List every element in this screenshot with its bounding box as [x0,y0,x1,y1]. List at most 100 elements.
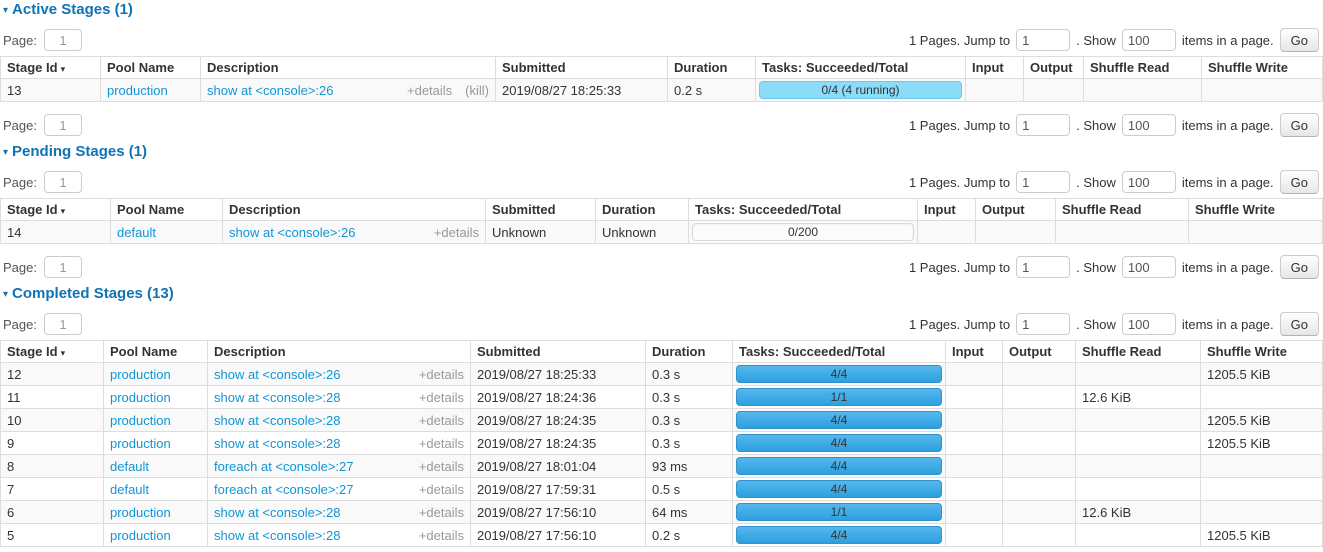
items-per-page-input[interactable] [1122,171,1176,193]
description-link[interactable]: show at <console>:28 [214,390,340,405]
items-per-page-text: items in a page. [1182,175,1274,190]
description-link[interactable]: show at <console>:26 [214,367,340,382]
description-link[interactable]: show at <console>:28 [214,413,340,428]
column-header[interactable]: Tasks: Succeeded/Total [733,341,946,363]
show-text: . Show [1076,33,1116,48]
sort-arrow-icon: ▾ [61,64,66,74]
tasks-progress-cell: 4/4 [733,524,946,547]
jump-to-page-input[interactable] [1016,171,1070,193]
page-control: Page: [3,313,82,335]
column-header[interactable]: Stage Id▾ [1,341,104,363]
column-header[interactable]: Duration [596,199,689,221]
column-header[interactable]: Description [208,341,471,363]
go-button[interactable]: Go [1280,312,1319,336]
go-button[interactable]: Go [1280,113,1319,137]
active-stages-heading[interactable]: ▾Active Stages (1) [3,2,1319,19]
tasks-progress-cell: 1/1 [733,501,946,524]
description-link[interactable]: show at <console>:28 [214,505,340,520]
completed-stages-section: ▾Completed Stages (13) Page: 1 Pages. Ju… [0,286,1323,547]
column-header[interactable]: Description [201,57,496,79]
items-per-page-input[interactable] [1122,114,1176,136]
pool-name-link[interactable]: production [110,390,171,405]
description-link[interactable]: foreach at <console>:27 [214,482,354,497]
go-button[interactable]: Go [1280,255,1319,279]
pool-name-link[interactable]: production [110,436,171,451]
details-toggle[interactable]: +details [434,225,479,240]
description-link[interactable]: show at <console>:28 [214,528,340,543]
description-link[interactable]: show at <console>:26 [229,225,355,240]
pool-name-link[interactable]: production [110,413,171,428]
column-header[interactable]: Shuffle Write [1202,57,1323,79]
page-number-input[interactable] [44,313,82,335]
column-header[interactable]: Submitted [496,57,668,79]
column-header[interactable]: Submitted [486,199,596,221]
column-header[interactable]: Output [976,199,1056,221]
column-header[interactable]: Submitted [471,341,646,363]
stage-id-cell: 8 [1,455,104,478]
details-toggle[interactable]: +details [419,482,464,497]
kill-link[interactable]: (kill) [465,83,489,98]
details-toggle[interactable]: +details [419,436,464,451]
column-header[interactable]: Shuffle Read [1056,199,1189,221]
page-number-input[interactable] [44,256,82,278]
column-header[interactable]: Pool Name [111,199,223,221]
details-toggle[interactable]: +details [419,390,464,405]
pool-name-link[interactable]: production [110,505,171,520]
output-cell [976,221,1056,244]
jump-to-page-input[interactable] [1016,29,1070,51]
pool-name-link[interactable]: default [117,225,156,240]
shuffle-write-cell [1201,386,1323,409]
column-header[interactable]: Shuffle Read [1084,57,1202,79]
column-header[interactable]: Output [1024,57,1084,79]
completed-stages-heading[interactable]: ▾Completed Stages (13) [3,286,1319,303]
column-header[interactable]: Tasks: Succeeded/Total [756,57,966,79]
column-header[interactable]: Stage Id▾ [1,57,101,79]
output-cell [1003,455,1076,478]
column-header[interactable]: Pool Name [101,57,201,79]
jump-to-page-input[interactable] [1016,313,1070,335]
page-number-input[interactable] [44,114,82,136]
table-row: 14defaultshow at <console>:26+detailsUnk… [1,221,1323,244]
details-toggle[interactable]: +details [419,413,464,428]
tasks-progress-cell: 4/4 [733,409,946,432]
collapse-arrow-icon: ▾ [3,147,8,158]
pending-stages-heading[interactable]: ▾Pending Stages (1) [3,144,1319,161]
column-header[interactable]: Input [946,341,1003,363]
details-toggle[interactable]: +details [419,367,464,382]
items-per-page-input[interactable] [1122,256,1176,278]
column-header[interactable]: Output [1003,341,1076,363]
items-per-page-input[interactable] [1122,29,1176,51]
column-header[interactable]: Stage Id▾ [1,199,111,221]
page-number-input[interactable] [44,29,82,51]
column-header[interactable]: Tasks: Succeeded/Total [689,199,918,221]
go-button[interactable]: Go [1280,170,1319,194]
pool-name-link[interactable]: production [107,83,168,98]
details-toggle[interactable]: +details [419,459,464,474]
go-button[interactable]: Go [1280,28,1319,52]
pool-name-link[interactable]: production [110,367,171,382]
column-header[interactable]: Shuffle Write [1189,199,1323,221]
description-link[interactable]: show at <console>:28 [214,436,340,451]
details-toggle[interactable]: +details [407,83,452,98]
items-per-page-input[interactable] [1122,313,1176,335]
duration-cell: 0.3 s [646,386,733,409]
column-header[interactable]: Input [918,199,976,221]
pool-name-link[interactable]: default [110,482,149,497]
details-toggle[interactable]: +details [419,528,464,543]
column-header[interactable]: Duration [668,57,756,79]
active-stages-table: Stage Id▾Pool NameDescriptionSubmittedDu… [0,56,1323,102]
pool-name-link[interactable]: default [110,459,149,474]
column-header[interactable]: Input [966,57,1024,79]
pool-name-link[interactable]: production [110,528,171,543]
jump-to-page-input[interactable] [1016,114,1070,136]
page-number-input[interactable] [44,171,82,193]
column-header[interactable]: Shuffle Write [1201,341,1323,363]
jump-to-page-input[interactable] [1016,256,1070,278]
details-toggle[interactable]: +details [419,505,464,520]
description-link[interactable]: foreach at <console>:27 [214,459,354,474]
column-header[interactable]: Pool Name [104,341,208,363]
column-header[interactable]: Shuffle Read [1076,341,1201,363]
column-header[interactable]: Description [223,199,486,221]
column-header[interactable]: Duration [646,341,733,363]
description-link[interactable]: show at <console>:26 [207,83,333,98]
